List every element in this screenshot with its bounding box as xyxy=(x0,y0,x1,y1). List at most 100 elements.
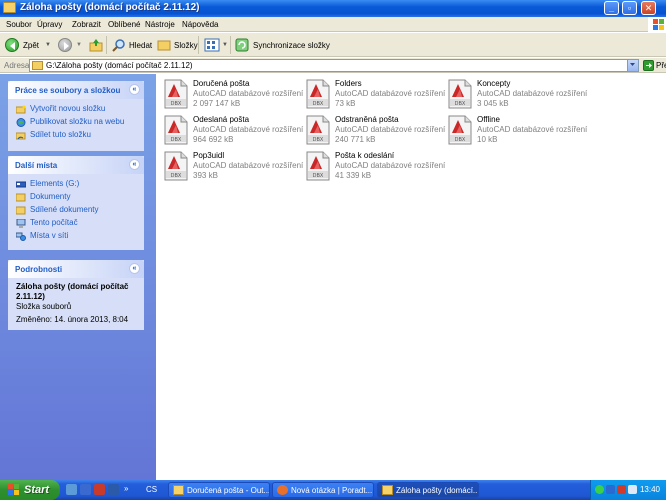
collapse-chevron-icon[interactable]: « xyxy=(129,159,140,170)
sync-label: Synchronizace složky xyxy=(253,40,330,50)
file-list: DBX Doručená pošta AutoCAD databázové ro… xyxy=(156,74,666,480)
folders-label: Složky xyxy=(174,40,198,50)
file-item[interactable]: DBX Odeslaná pošta AutoCAD databázové ro… xyxy=(160,113,304,147)
publish-web-label: Publikovat složku na webu xyxy=(30,117,125,126)
svg-text:DBX: DBX xyxy=(171,173,182,179)
file-type: AutoCAD databázové rozšíření xyxy=(335,125,446,134)
places-panel-title: Další místa xyxy=(15,161,58,170)
details-kind: Složka souborů xyxy=(16,302,72,311)
svg-text:DBX: DBX xyxy=(171,137,182,143)
views-icon xyxy=(204,38,220,52)
place-network[interactable]: Místa v síti xyxy=(16,230,136,243)
place-shared-documents[interactable]: Sdílené dokumenty xyxy=(16,204,136,217)
windows-flag-icon xyxy=(8,484,20,496)
details-modified: Změněno: 14. února 2013, 8:04 xyxy=(16,315,129,324)
taskbar-item-outlook[interactable]: Doručená pošta - Out... xyxy=(168,482,270,498)
drive-icon xyxy=(16,181,26,188)
back-button[interactable]: Zpět ▼ xyxy=(5,36,51,54)
place-elements-drive[interactable]: Elements (G:) xyxy=(16,178,136,191)
file-name: Doručená pošta xyxy=(193,79,250,88)
tray-volume-icon[interactable] xyxy=(628,485,637,494)
menu-napoveda[interactable]: Nápověda xyxy=(182,20,218,29)
share-folder-link[interactable]: Sdílet tuto složku xyxy=(16,129,136,142)
sync-icon xyxy=(235,38,249,52)
quicklaunch-label: CS xyxy=(146,485,158,494)
dbx-file-icon: DBX xyxy=(448,115,472,145)
place-my-computer[interactable]: Tento počítač xyxy=(16,217,136,230)
quicklaunch-overflow-icon[interactable]: » xyxy=(124,484,128,493)
place-documents[interactable]: Dokumenty xyxy=(16,191,136,204)
tray-network-icon[interactable] xyxy=(606,485,615,494)
place-label: Elements (G:) xyxy=(30,179,80,188)
search-icon xyxy=(112,39,125,52)
place-label: Dokumenty xyxy=(30,192,71,201)
taskbar-item-browser[interactable]: Nová otázka | Poradt... xyxy=(272,482,374,498)
desktop-quicklaunch-icon[interactable] xyxy=(66,484,77,495)
address-dropdown-icon[interactable] xyxy=(627,60,638,71)
file-type: AutoCAD databázové rozšíření xyxy=(193,161,304,170)
app-quicklaunch-icon[interactable] xyxy=(80,484,91,495)
back-label: Zpět xyxy=(23,40,40,50)
address-path: G:\Záloha pošty (domácí počítač 2.11.12) xyxy=(46,61,193,70)
tray-security-icon[interactable] xyxy=(617,485,626,494)
forward-button[interactable]: ▼ xyxy=(58,36,82,54)
toolbar: Zpět ▼ ▼ Hledat Složky ▼ Synchronizace s… xyxy=(0,33,666,57)
app-quicklaunch-icon[interactable] xyxy=(108,484,119,495)
svg-text:DBX: DBX xyxy=(455,101,466,107)
collapse-chevron-icon[interactable]: « xyxy=(129,263,140,274)
start-button[interactable]: Start xyxy=(0,480,60,500)
forward-dropdown-icon[interactable]: ▼ xyxy=(76,42,82,48)
file-size: 73 kB xyxy=(335,99,356,108)
views-button[interactable]: ▼ xyxy=(204,36,228,54)
file-type: AutoCAD databázové rozšíření xyxy=(193,89,304,98)
task-pane: Práce se soubory a složkou « Vytvořit no… xyxy=(0,74,156,480)
place-label: Místa v síti xyxy=(30,231,69,240)
folder-icon xyxy=(32,61,43,70)
file-item[interactable]: DBX Offline AutoCAD databázové rozšíření… xyxy=(444,113,588,147)
file-name: Koncepty xyxy=(477,79,511,88)
back-arrow-icon xyxy=(5,38,19,52)
maximize-button[interactable]: ▫ xyxy=(622,1,637,15)
file-item[interactable]: DBX Koncepty AutoCAD databázové rozšířen… xyxy=(444,77,587,111)
file-item[interactable]: DBX Odstraněná pošta AutoCAD databázové … xyxy=(302,113,446,147)
svg-text:DBX: DBX xyxy=(171,101,182,107)
file-type: AutoCAD databázové rozšíření xyxy=(193,125,304,134)
file-name: Pošta k odeslání xyxy=(335,151,395,160)
firefox-icon xyxy=(277,485,288,495)
details-panel-header[interactable]: Podrobnosti « xyxy=(8,260,144,278)
folders-button[interactable]: Složky xyxy=(157,36,198,54)
tasks-panel-header[interactable]: Práce se soubory a složkou « xyxy=(8,81,144,99)
file-item[interactable]: DBX Pop3uidl AutoCAD databázové rozšířen… xyxy=(160,149,304,183)
search-button[interactable]: Hledat xyxy=(112,36,152,54)
file-item[interactable]: DBX Pošta k odeslání AutoCAD databázové … xyxy=(302,149,445,183)
places-panel-header[interactable]: Další místa « xyxy=(8,156,144,174)
up-folder-button[interactable] xyxy=(89,36,103,54)
details-name: Záloha pošty (domácí počítač xyxy=(16,282,129,291)
menu-soubor[interactable]: Soubor xyxy=(6,20,32,29)
menu-nastroje[interactable]: Nástroje xyxy=(145,20,175,29)
title-bar[interactable]: Záloha pošty (domácí počítač 2.11.12) _ … xyxy=(0,0,666,17)
tray-app-icon[interactable] xyxy=(595,485,604,494)
new-folder-label: Vytvořit novou složku xyxy=(30,104,106,113)
new-folder-link[interactable]: Vytvořit novou složku xyxy=(16,103,136,116)
collapse-chevron-icon[interactable]: « xyxy=(129,84,140,95)
address-input[interactable]: G:\Záloha pošty (domácí počítač 2.11.12) xyxy=(29,59,639,72)
system-tray: 13:40 xyxy=(590,480,666,500)
menu-oblibene[interactable]: Oblíbené xyxy=(108,20,140,29)
sync-button[interactable]: Synchronizace složky xyxy=(235,36,330,54)
menu-upravy[interactable]: Úpravy xyxy=(37,20,62,29)
clock[interactable]: 13:40 xyxy=(640,485,660,494)
publish-web-link[interactable]: Publikovat složku na webu xyxy=(16,116,136,129)
folder-icon xyxy=(382,485,393,495)
file-item[interactable]: DBX Doručená pošta AutoCAD databázové ro… xyxy=(160,77,304,111)
close-button[interactable]: ✕ xyxy=(641,1,656,15)
file-item[interactable]: DBX Folders AutoCAD databázové rozšíření… xyxy=(302,77,445,111)
taskbar-item-explorer[interactable]: Záloha pošty (domácí... xyxy=(377,482,479,498)
file-type: AutoCAD databázové rozšíření xyxy=(477,125,588,134)
minimize-button[interactable]: _ xyxy=(604,1,619,15)
menu-zobrazit[interactable]: Zobrazit xyxy=(72,20,101,29)
folder-icon xyxy=(16,206,26,215)
back-dropdown-icon[interactable]: ▼ xyxy=(45,42,51,48)
go-button[interactable]: Přejít xyxy=(643,60,666,71)
pdf-quicklaunch-icon[interactable] xyxy=(94,484,105,495)
